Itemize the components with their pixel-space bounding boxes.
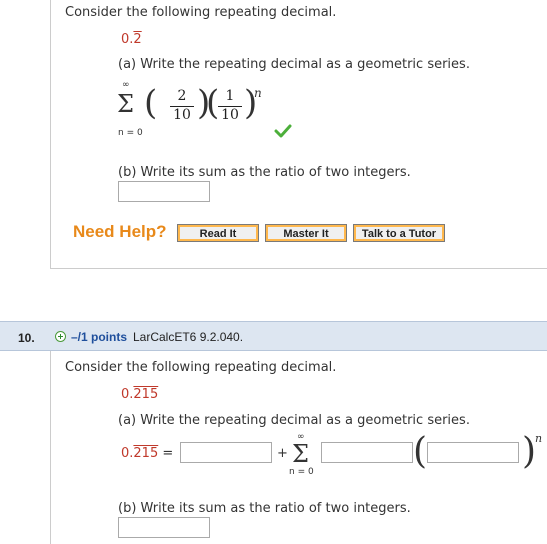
- points-label: –/1 points: [71, 330, 128, 344]
- question-id: LarCalcET6 9.2.040.: [133, 330, 244, 344]
- paren-right-icon: ): [522, 431, 537, 472]
- sigma-icon: Σ: [292, 440, 309, 468]
- sigma-icon: Σ: [117, 90, 134, 118]
- plus-sign: +: [277, 446, 288, 461]
- read-it-button[interactable]: Read It: [177, 224, 259, 242]
- q9-exponent: n: [254, 86, 262, 100]
- q9-frac2-den: 10: [221, 107, 239, 123]
- q10-decimal: 0.215: [121, 387, 159, 402]
- q10-equation-left: 0.215 =: [121, 446, 174, 461]
- q9-prompt: Consider the following repeating decimal…: [65, 5, 337, 20]
- q10-part-a: (a) Write the repeating decimal as a geo…: [118, 413, 470, 428]
- q10-coefficient-input[interactable]: [321, 442, 413, 463]
- q9-sum-lower: n = 0: [118, 128, 143, 138]
- q10-prompt: Consider the following repeating decimal…: [65, 360, 337, 375]
- q9-frac2-num: 1: [225, 88, 235, 104]
- q9-part-a: (a) Write the repeating decimal as a geo…: [118, 57, 470, 72]
- q9-frac1-num: 2: [177, 88, 187, 104]
- checkmark-icon: [274, 124, 292, 138]
- paren-left-icon: (: [413, 431, 428, 472]
- q9-frac1-den: 10: [173, 107, 191, 123]
- q9-sum-upper: ∞: [122, 80, 130, 90]
- q10-sum-input[interactable]: [118, 517, 210, 538]
- q10-first-term-input[interactable]: [180, 442, 272, 463]
- q10-sum-lower: n = 0: [289, 467, 314, 477]
- q9-part-b: (b) Write its sum as the ratio of two in…: [118, 165, 411, 180]
- talk-to-tutor-button[interactable]: Talk to a Tutor: [353, 224, 445, 242]
- question-10-header: 10. –/1 points LarCalcET6 9.2.040.: [0, 321, 547, 351]
- paren-left-icon: (: [144, 83, 158, 123]
- expand-plus-icon[interactable]: [55, 331, 66, 342]
- q10-part-b: (b) Write its sum as the ratio of two in…: [118, 501, 411, 516]
- q9-sum-input[interactable]: [118, 181, 210, 202]
- question-number: 10.: [18, 331, 35, 345]
- need-help-label: Need Help?: [73, 222, 167, 241]
- q10-ratio-input[interactable]: [427, 442, 519, 463]
- q10-exponent: n: [535, 432, 543, 445]
- q9-decimal: 0.2: [121, 32, 142, 47]
- master-it-button[interactable]: Master It: [265, 224, 347, 242]
